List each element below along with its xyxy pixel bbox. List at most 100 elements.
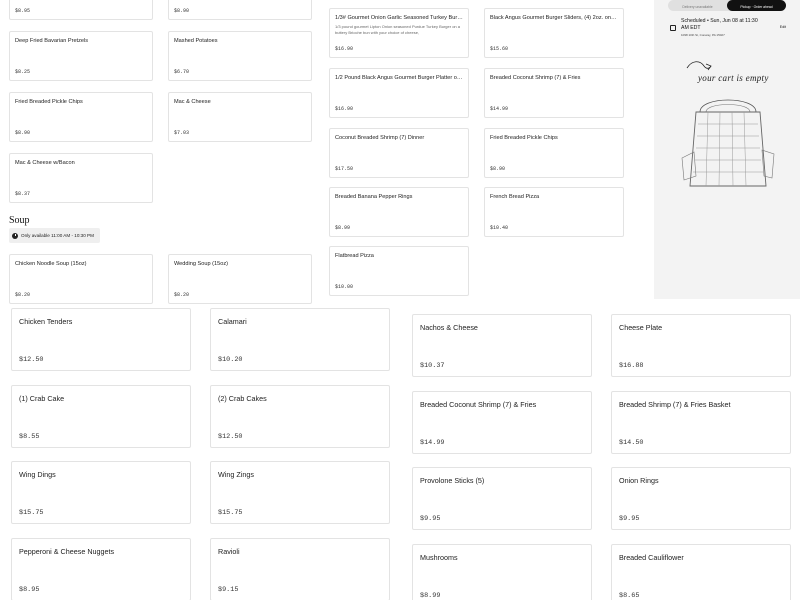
item-price: $9.95	[420, 515, 441, 523]
cart-panel: Delivery unavailable Pickup · Order ahea…	[654, 0, 800, 299]
menu-item-card[interactable]: Wing Dings $15.75	[11, 461, 191, 524]
item-price: $8.20	[15, 292, 31, 298]
item-name: (2) Crab Cakes	[218, 394, 267, 403]
item-price: $8.99	[420, 592, 441, 600]
menu-item-card[interactable]: French Bread Pizza $10.40	[484, 187, 624, 237]
menu-item-card[interactable]: Coconut Breaded Shrimp (7) Dinner $17.50	[329, 128, 469, 178]
item-price: $17.50	[335, 166, 354, 172]
clock-icon	[12, 232, 18, 239]
item-name: Wing Dings	[19, 470, 56, 479]
menu-item-card[interactable]: Flatbread Pizza $10.00	[329, 246, 469, 296]
item-name: Mac & Cheese	[174, 99, 211, 105]
item-price: $14.99	[420, 439, 445, 447]
menu-item-card[interactable]: Mashed Potatoes $6.70	[168, 31, 312, 81]
item-name: Onion Rings	[619, 476, 659, 485]
menu-item-card[interactable]: Fried Breaded Pickle Chips $8.90	[484, 128, 624, 178]
item-price: $8.95	[19, 586, 40, 594]
item-name: Breaded Coconut Shrimp (7) & Fries	[420, 400, 537, 409]
menu-item-card[interactable]: (2) Crab Cakes $12.50	[210, 385, 390, 448]
menu-item-card[interactable]: Cheese Plate $16.88	[611, 314, 791, 377]
menu-item-card[interactable]: Mushrooms $8.99	[412, 544, 592, 600]
shopping-bag-illustration-icon	[681, 99, 775, 187]
item-name: Ravioli	[218, 547, 240, 556]
item-name: Chicken Noodle Soup (15oz)	[15, 261, 87, 267]
item-price: $8.37	[15, 191, 31, 197]
menu-item-card[interactable]: Calamari $10.20	[210, 308, 390, 371]
item-name: Pepperoni & Cheese Nuggets	[19, 547, 115, 556]
item-name: Fried Breaded Pickle Chips	[490, 135, 558, 141]
item-name: Deep Fried Bavarian Pretzels	[15, 38, 89, 44]
item-name: Fried Breaded Pickle Chips	[15, 99, 83, 105]
item-name: Wing Zings	[218, 470, 254, 479]
menu-item-card[interactable]: Breaded Banana Pepper Rings $8.99	[329, 187, 469, 237]
item-price: $12.50	[218, 433, 243, 441]
menu-item-card[interactable]: Breaded Coconut Shrimp (7) & Fries $14.9…	[412, 391, 592, 454]
menu-item-card[interactable]: Provolone Sticks (5) $9.95	[412, 467, 592, 530]
menu-item-card[interactable]: Ravioli $9.15	[210, 538, 390, 600]
item-name: Cheese Plate	[619, 323, 663, 332]
menu-item-card[interactable]: $8.90	[168, 0, 312, 20]
calendar-icon	[670, 25, 676, 31]
item-price: $8.90	[490, 166, 506, 172]
menu-item-card[interactable]: Black Angus Gourmet Burger Sliders, (4) …	[484, 8, 624, 58]
menu-item-card[interactable]: Breaded Cauliflower $8.65	[611, 544, 791, 600]
item-price: $6.70	[174, 69, 190, 75]
item-name: Coconut Breaded Shrimp (7) Dinner	[335, 135, 425, 141]
item-price: $8.25	[15, 69, 31, 75]
menu-item-card[interactable]: Mac & Cheese $7.03	[168, 92, 312, 142]
item-name: Black Angus Gourmet Burger Sliders, (4) …	[490, 15, 618, 21]
menu-item-card[interactable]: Chicken Tenders $12.50	[11, 308, 191, 371]
menu-item-card[interactable]: Breaded Coconut Shrimp (7) & Fries $14.9…	[484, 68, 624, 118]
menu-item-card[interactable]: Nachos & Cheese $10.37	[412, 314, 592, 377]
item-price: $8.95	[15, 8, 31, 14]
menu-item-card[interactable]: Pepperoni & Cheese Nuggets $8.95	[11, 538, 191, 600]
availability-badge: Only available 11:00 AM - 10:30 PM	[9, 228, 100, 243]
item-price: $12.50	[19, 356, 44, 364]
schedule-row[interactable]: Scheduled • Sun, Jun 08 at 11:30 AM EDT …	[668, 17, 786, 41]
item-name: Breaded Shrimp (7) & Fries Basket	[619, 400, 731, 409]
item-price: $9.15	[218, 586, 239, 594]
menu-item-card[interactable]: Breaded Shrimp (7) & Fries Basket $14.50	[611, 391, 791, 454]
item-name: Nachos & Cheese	[420, 323, 478, 332]
menu-item-card[interactable]: Wedding Soup (15oz) $8.20	[168, 254, 312, 304]
item-price: $10.00	[335, 284, 354, 290]
item-price: $10.37	[420, 362, 445, 370]
delivery-option[interactable]: Delivery unavailable	[668, 0, 727, 11]
item-name: Breaded Banana Pepper Rings	[335, 194, 413, 200]
menu-item-card[interactable]: Wing Zings $15.75	[210, 461, 390, 524]
empty-cart-message: your cart is empty	[698, 73, 769, 83]
pickup-option[interactable]: Pickup · Order ahead	[727, 0, 786, 11]
menu-item-card[interactable]: Onion Rings $9.95	[611, 467, 791, 530]
item-price: $14.99	[490, 106, 509, 112]
menu-item-card[interactable]: Mac & Cheese w/Bacon $8.37	[9, 153, 153, 203]
edit-schedule-button[interactable]: Edit	[780, 25, 786, 29]
menu-item-card[interactable]: 1/2 Pound Black Angus Gourmet Burger Pla…	[329, 68, 469, 118]
item-name: 1/2 Pound Black Angus Gourmet Burger Pla…	[335, 75, 463, 81]
item-name: Wedding Soup (15oz)	[174, 261, 229, 267]
item-name: Breaded Cauliflower	[619, 553, 684, 562]
item-name: Calamari	[218, 317, 247, 326]
item-name: (1) Crab Cake	[19, 394, 65, 403]
item-price: $9.95	[619, 515, 640, 523]
pickup-address: 1098 10th St, Conway, PA 15027	[681, 33, 725, 37]
menu-item-card[interactable]: $8.95	[9, 0, 153, 20]
menu-item-card[interactable]: (1) Crab Cake $8.55	[11, 385, 191, 448]
item-price: $15.75	[218, 509, 243, 517]
item-price: $8.55	[19, 433, 40, 441]
menu-item-card[interactable]: Fried Breaded Pickle Chips $8.90	[9, 92, 153, 142]
menu-item-card[interactable]: Deep Fried Bavarian Pretzels $8.25	[9, 31, 153, 81]
item-price: $8.99	[335, 225, 351, 231]
item-price: $8.90	[15, 130, 31, 136]
item-price: $14.50	[619, 439, 644, 447]
item-price: $7.03	[174, 130, 190, 136]
item-price: $8.90	[174, 8, 190, 14]
item-name: French Bread Pizza	[490, 194, 540, 200]
item-name: Flatbread Pizza	[335, 253, 374, 259]
item-description: 1/3 pound gourmet Lipton Onion seasoned …	[335, 24, 460, 35]
section-title-soup: Soup	[9, 215, 30, 226]
item-price: $16.90	[335, 106, 354, 112]
item-price: $10.20	[218, 356, 243, 364]
fulfillment-toggle[interactable]: Delivery unavailable Pickup · Order ahea…	[668, 0, 786, 11]
menu-item-card[interactable]: 1/3# Gourmet Onion Garlic Seasoned Turke…	[329, 8, 469, 58]
menu-item-card[interactable]: Chicken Noodle Soup (15oz) $8.20	[9, 254, 153, 304]
